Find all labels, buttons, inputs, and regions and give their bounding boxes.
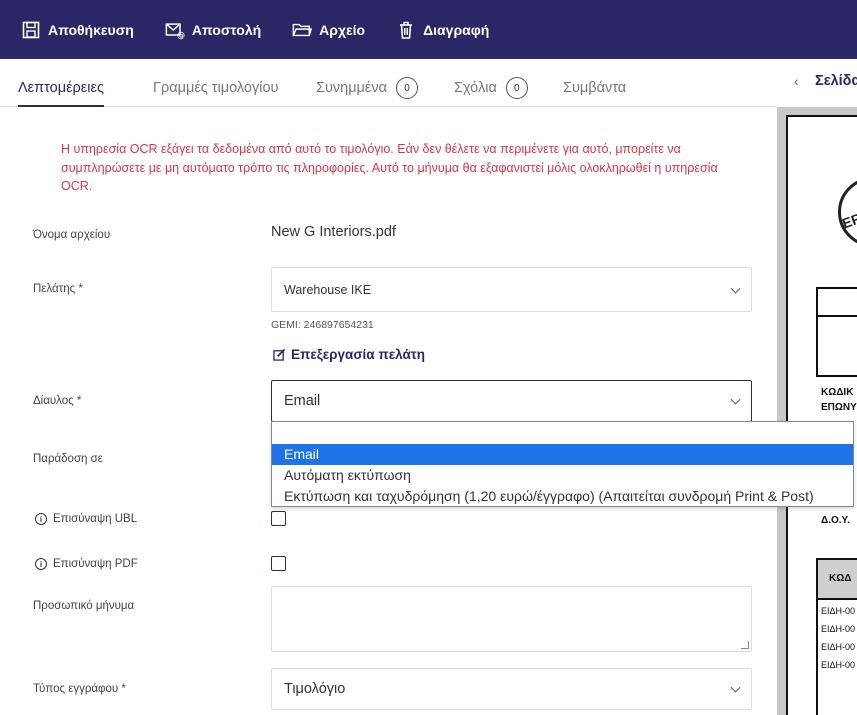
doc-text: ΕΙΔΗ-00 <box>821 624 856 634</box>
chevron-down-icon <box>730 394 741 405</box>
folder-icon <box>292 23 313 36</box>
doc-text: ΕΠΩΝΥ <box>821 402 857 413</box>
pdf-label: i Επισύναψη PDF <box>35 558 138 570</box>
svg-text:@: @ <box>177 30 185 40</box>
doc-line <box>816 558 857 560</box>
chevron-down-icon <box>730 682 741 693</box>
doc-text: ΕΙΔΗ-00 <box>821 606 856 616</box>
tab-label: Συμβάντα <box>563 80 627 96</box>
delete-label: Διαγραφή <box>423 21 490 38</box>
chevron-left-icon[interactable]: ‹ <box>794 73 799 89</box>
filename-value: New G Interiors.pdf <box>271 224 396 240</box>
document-page: ERI ΚΩΔΙΚ ΕΠΩΝΥ Δ.Ο.Υ. ΚΩΔ ΕΙΔΗ-00 ΕΙΔΗ-… <box>786 115 857 715</box>
channel-option-email[interactable]: Email <box>272 444 853 465</box>
client-label: Πελάτης * <box>33 283 83 295</box>
tab-details[interactable]: Λεπτομέρειες <box>18 78 104 107</box>
filename-label: Όνομα αρχείου <box>33 229 111 241</box>
doc-text: ΚΩΔΙΚ <box>821 387 854 398</box>
document-preview[interactable]: ERI ΚΩΔΙΚ ΕΠΩΝΥ Δ.Ο.Υ. ΚΩΔ ΕΙΔΗ-00 ΕΙΔΗ-… <box>777 107 857 715</box>
tab-label: Λεπτομέρειες <box>18 80 104 96</box>
chevron-down-icon <box>730 283 741 294</box>
doc-text: ΕΙΔΗ-00 <box>821 642 856 652</box>
ubl-label-text: Επισύναψη UBL <box>53 513 138 525</box>
tab-label: Σχόλια <box>454 80 497 96</box>
send-button[interactable]: @ Αποστολή <box>165 20 261 40</box>
doctype-value: Τιμολόγιο <box>284 681 346 697</box>
doc-text: ΚΩΔ <box>829 573 852 584</box>
trash-icon <box>400 21 413 39</box>
archive-label: Αρχείο <box>319 21 366 38</box>
doctype-label: Τύπος εγγράφου * <box>33 683 126 695</box>
message-label: Προσωπικό μήνυμα <box>33 600 135 612</box>
channel-label: Δίαυλος * <box>33 395 82 407</box>
channel-option-print-post[interactable]: Εκτύπωση και ταχυδρόμηση (1,20 ευρώ/έγγρ… <box>272 486 853 507</box>
email-send-icon: @ <box>165 22 185 40</box>
doc-line <box>816 287 818 377</box>
comments-count-badge: 0 <box>505 77 528 99</box>
save-button[interactable]: Αποθήκευση <box>21 20 134 40</box>
delete-button[interactable]: Διαγραφή <box>396 20 489 40</box>
client-value: Warehouse IKE <box>284 282 372 297</box>
tab-invoice-lines[interactable]: Γραμμές τιμολογίου <box>153 78 278 98</box>
delivery-label: Παράδοση σε <box>33 453 103 465</box>
info-icon[interactable]: i <box>35 513 47 525</box>
doc-line <box>816 375 857 377</box>
doc-text: Δ.Ο.Υ. <box>821 515 850 526</box>
doc-line <box>816 598 857 600</box>
pdf-label-text: Επισύναψη PDF <box>53 558 138 570</box>
doc-line <box>816 315 857 317</box>
gemi-number: GEMI: 246897654231 <box>271 319 374 331</box>
doc-text: ΕΙΔΗ-00 <box>821 660 856 670</box>
save-label: Αποθήκευση <box>48 21 134 38</box>
tab-bar: Λεπτομέρειες Γραμμές τιμολογίου Συνημμέν… <box>0 59 777 107</box>
edit-client-link[interactable]: Επεξεργασία πελάτη <box>273 347 425 362</box>
preview-header: ‹ Σελίδα <box>777 59 857 107</box>
pdf-checkbox[interactable] <box>271 556 286 571</box>
doctype-select[interactable]: Τιμολόγιο <box>271 668 752 710</box>
info-icon[interactable]: i <box>35 558 47 570</box>
attachments-count-badge: 0 <box>396 77 419 99</box>
channel-select[interactable]: Email <box>271 380 752 422</box>
send-label: Αποστολή <box>191 21 262 38</box>
ubl-checkbox[interactable] <box>271 511 286 526</box>
tab-attachments[interactable]: Συνημμένα 0 <box>316 77 419 99</box>
archive-button[interactable]: Αρχείο <box>292 20 365 40</box>
save-icon <box>22 21 40 38</box>
resize-grip-icon[interactable] <box>741 641 749 649</box>
page-label: Σελίδα <box>815 73 857 89</box>
personal-message-textarea[interactable] <box>271 586 752 652</box>
toolbar: Αποθήκευση @ Αποστολή Αρχείο Διαγραφή <box>0 0 857 59</box>
edit-client-label: Επεξεργασία πελάτη <box>291 347 426 362</box>
edit-icon <box>273 348 286 361</box>
tab-comments[interactable]: Σχόλια 0 <box>454 77 528 99</box>
doc-line <box>816 287 857 289</box>
tab-label: Γραμμές τιμολογίου <box>153 80 279 96</box>
tab-label: Συνημμένα <box>316 80 388 96</box>
ocr-notice: Η υπηρεσία OCR εξάγει τα δεδομένα από αυ… <box>61 142 718 193</box>
doc-line <box>816 558 818 715</box>
ubl-label: i Επισύναψη UBL <box>35 513 137 525</box>
channel-option-auto-print[interactable]: Αυτόματη εκτύπωση <box>272 465 853 486</box>
channel-dropdown-list: Email Αυτόματη εκτύπωση Εκτύπωση και ταχ… <box>271 421 854 507</box>
tab-events[interactable]: Συμβάντα <box>563 78 626 98</box>
client-select[interactable]: Warehouse IKE <box>271 267 752 312</box>
channel-value: Email <box>284 393 321 409</box>
